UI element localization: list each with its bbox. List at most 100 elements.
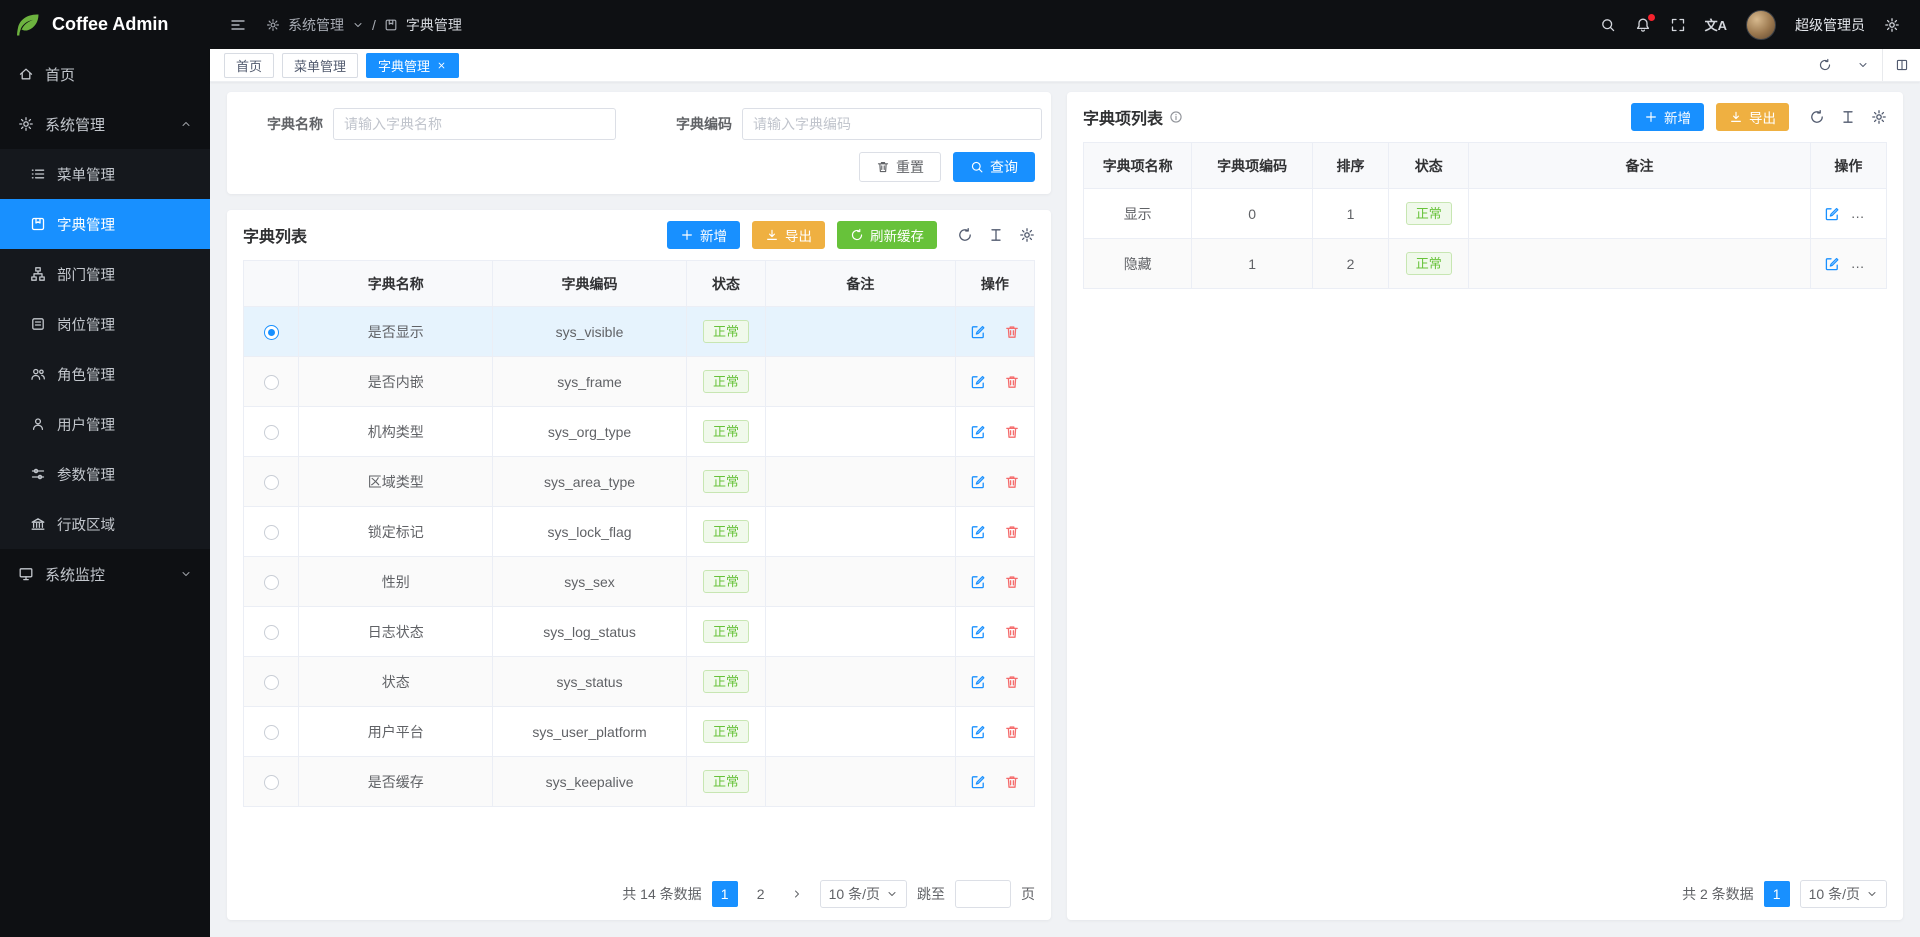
dict-table-row[interactable]: 状态 sys_status 正常	[244, 657, 1035, 707]
dict-table-row[interactable]: 性别 sys_sex 正常	[244, 557, 1035, 607]
dict-table-row[interactable]: 是否缓存 sys_keepalive 正常	[244, 757, 1035, 807]
row-radio[interactable]	[264, 675, 279, 690]
edit-icon[interactable]	[970, 774, 986, 790]
dict-code-input[interactable]	[742, 108, 1042, 140]
delete-icon[interactable]	[1004, 724, 1020, 740]
delete-icon[interactable]	[1858, 206, 1874, 222]
table-settings-gear-icon[interactable]	[1871, 109, 1887, 125]
delete-icon[interactable]	[1004, 474, 1020, 490]
collapse-sidebar-icon[interactable]	[230, 17, 246, 33]
jump-page-input[interactable]	[955, 880, 1011, 908]
dict-item-table-row[interactable]: 隐藏 1 2 正常	[1084, 239, 1887, 289]
next-page-button[interactable]	[784, 881, 810, 907]
delete-icon[interactable]	[1004, 624, 1020, 640]
refresh-table-icon[interactable]	[957, 227, 973, 243]
column-height-icon[interactable]	[988, 227, 1004, 243]
tab-dict-mgmt[interactable]: 字典管理	[366, 53, 459, 78]
reset-button[interactable]: 重置	[859, 152, 941, 182]
row-radio[interactable]	[264, 525, 279, 540]
sidebar-item-system[interactable]: 系统管理	[0, 99, 210, 149]
dict-table-row[interactable]: 是否显示 sys_visible 正常	[244, 307, 1035, 357]
delete-icon[interactable]	[1004, 574, 1020, 590]
dict-table-row[interactable]: 日志状态 sys_log_status 正常	[244, 607, 1035, 657]
row-radio[interactable]	[264, 725, 279, 740]
sidebar-item-dept-mgmt[interactable]: 部门管理	[0, 249, 210, 299]
edit-icon[interactable]	[1824, 256, 1840, 272]
fullscreen-icon[interactable]	[1670, 17, 1686, 33]
notifications-bell-icon[interactable]	[1635, 17, 1651, 33]
app-logo[interactable]: Coffee Admin	[0, 0, 210, 49]
edit-icon[interactable]	[1824, 206, 1840, 222]
tab-menu-mgmt[interactable]: 菜单管理	[282, 53, 358, 78]
sidebar-item-dict-mgmt[interactable]: 字典管理	[0, 199, 210, 249]
refresh-tab-icon[interactable]	[1806, 49, 1844, 81]
sidebar-item-monitor[interactable]: 系统监控	[0, 549, 210, 599]
row-radio[interactable]	[264, 475, 279, 490]
page-button-1[interactable]: 1	[1764, 881, 1790, 907]
edit-icon[interactable]	[970, 724, 986, 740]
dict-item-table-row[interactable]: 显示 0 1 正常	[1084, 189, 1887, 239]
edit-icon[interactable]	[970, 474, 986, 490]
edit-icon[interactable]	[970, 374, 986, 390]
edit-icon[interactable]	[970, 574, 986, 590]
translate-icon[interactable]: 文A	[1705, 15, 1727, 34]
page-size-select[interactable]: 10 条/页	[1800, 880, 1887, 908]
delete-icon[interactable]	[1004, 524, 1020, 540]
delete-icon[interactable]	[1004, 324, 1020, 340]
info-icon[interactable]	[1169, 110, 1183, 124]
delete-icon[interactable]	[1004, 424, 1020, 440]
row-radio[interactable]	[264, 375, 279, 390]
add-dict-item-button[interactable]: 新增	[1631, 103, 1704, 131]
dict-name-input[interactable]	[333, 108, 616, 140]
add-dict-button[interactable]: 新增	[667, 221, 740, 249]
delete-icon[interactable]	[1004, 674, 1020, 690]
page-size-select[interactable]: 10 条/页	[820, 880, 907, 908]
settings-gear-icon[interactable]	[1884, 17, 1900, 33]
tab-home[interactable]: 首页	[224, 53, 274, 78]
sidebar-item-region-mgmt[interactable]: 行政区域	[0, 499, 210, 549]
radio-cell	[244, 557, 299, 607]
dict-table-row[interactable]: 区域类型 sys_area_type 正常	[244, 457, 1035, 507]
maximize-content-icon[interactable]	[1882, 49, 1920, 81]
export-dict-item-button[interactable]: 导出	[1716, 103, 1789, 131]
delete-icon[interactable]	[1858, 256, 1874, 272]
refresh-table-icon[interactable]	[1809, 109, 1825, 125]
sidebar-item-post-mgmt[interactable]: 岗位管理	[0, 299, 210, 349]
table-settings-gear-icon[interactable]	[1019, 227, 1035, 243]
row-radio[interactable]	[264, 775, 279, 790]
right-column: 字典项列表 新增 导出	[1067, 92, 1903, 920]
edit-icon[interactable]	[970, 524, 986, 540]
row-radio[interactable]	[264, 425, 279, 440]
header-actions: 文A 超级管理员	[1600, 10, 1900, 40]
sidebar-item-user-mgmt[interactable]: 用户管理	[0, 399, 210, 449]
dict-table-row[interactable]: 机构类型 sys_org_type 正常	[244, 407, 1035, 457]
sidebar-item-home[interactable]: 首页	[0, 49, 210, 99]
export-dict-button[interactable]: 导出	[752, 221, 825, 249]
breadcrumb-level1[interactable]: 系统管理	[288, 15, 344, 35]
column-height-icon[interactable]	[1840, 109, 1856, 125]
sidebar-item-menu-mgmt[interactable]: 菜单管理	[0, 149, 210, 199]
close-tab-icon[interactable]	[436, 60, 447, 71]
dict-table-row[interactable]: 用户平台 sys_user_platform 正常	[244, 707, 1035, 757]
query-button[interactable]: 查询	[953, 152, 1035, 182]
dict-table-row[interactable]: 锁定标记 sys_lock_flag 正常	[244, 507, 1035, 557]
edit-icon[interactable]	[970, 624, 986, 640]
page-button-2[interactable]: 2	[748, 881, 774, 907]
username-text[interactable]: 超级管理员	[1795, 15, 1865, 35]
row-radio[interactable]	[264, 625, 279, 640]
row-radio[interactable]	[264, 325, 279, 340]
edit-icon[interactable]	[970, 674, 986, 690]
refresh-cache-button[interactable]: 刷新缓存	[837, 221, 937, 249]
sidebar-item-param-mgmt[interactable]: 参数管理	[0, 449, 210, 499]
edit-icon[interactable]	[970, 424, 986, 440]
page-button-1[interactable]: 1	[712, 881, 738, 907]
search-icon[interactable]	[1600, 17, 1616, 33]
delete-icon[interactable]	[1004, 774, 1020, 790]
sidebar-item-role-mgmt[interactable]: 角色管理	[0, 349, 210, 399]
delete-icon[interactable]	[1004, 374, 1020, 390]
row-radio[interactable]	[264, 575, 279, 590]
dict-table-row[interactable]: 是否内嵌 sys_frame 正常	[244, 357, 1035, 407]
tab-options-chevron-icon[interactable]	[1844, 49, 1882, 81]
user-avatar[interactable]	[1746, 10, 1776, 40]
edit-icon[interactable]	[970, 324, 986, 340]
